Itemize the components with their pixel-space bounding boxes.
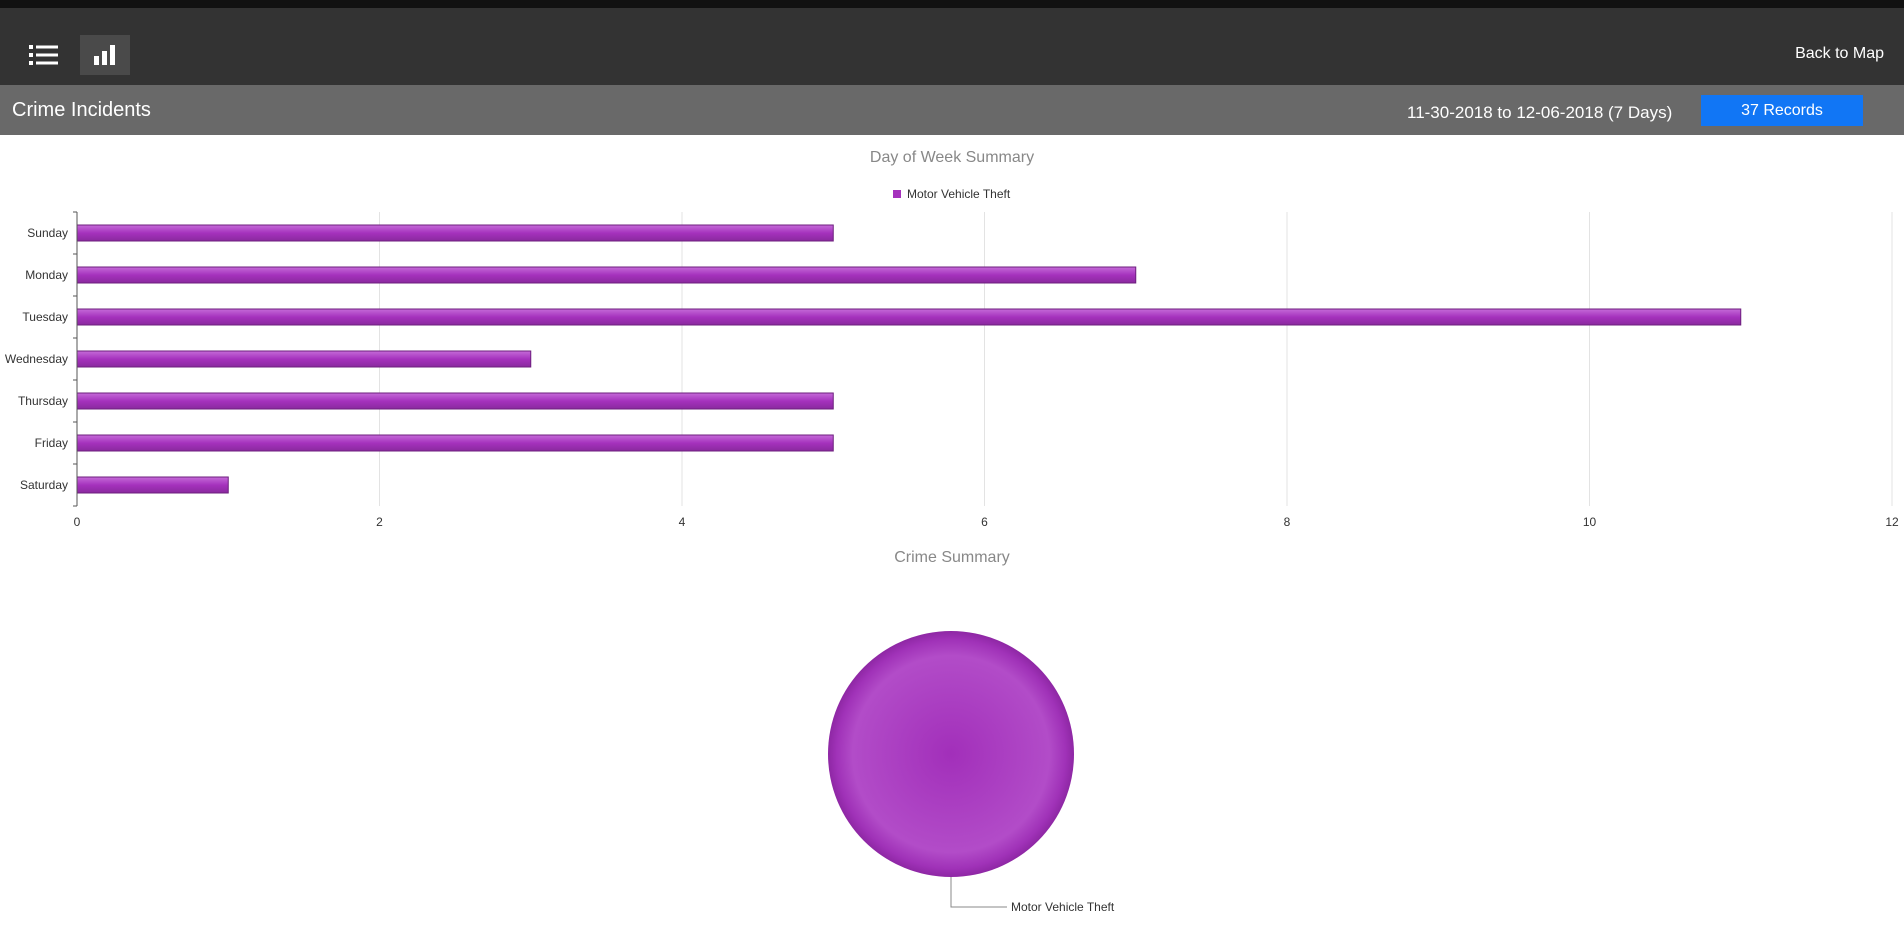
chart-view-button[interactable] (80, 35, 130, 75)
pie-slice-label: Motor Vehicle Theft (1011, 900, 1115, 914)
pie-slice[interactable] (828, 631, 1074, 877)
y-tick-label: Tuesday (22, 310, 68, 324)
bar-chart-title: Day of Week Summary (869, 149, 1035, 166)
records-count-button[interactable]: 37 Records (1701, 95, 1863, 126)
top-navbar: Back to Map (0, 8, 1904, 85)
x-tick-label: 0 (74, 515, 81, 529)
pie-chart-title: Crime Summary (894, 549, 1010, 566)
y-tick-label: Sunday (27, 226, 68, 240)
bar-monday[interactable] (76, 266, 1137, 284)
x-tick-label: 12 (1885, 515, 1899, 529)
y-tick-label: Wednesday (5, 352, 68, 366)
bar-sunday[interactable] (76, 224, 834, 242)
y-tick-label: Friday (35, 436, 68, 450)
pie-leader-line (950, 877, 1007, 908)
list-view-button[interactable] (19, 35, 69, 75)
x-tick-label: 8 (1284, 515, 1291, 529)
y-tick-label: Thursday (18, 394, 68, 408)
legend-label[interactable]: Motor Vehicle Theft (907, 187, 1011, 201)
bar-thursday[interactable] (76, 392, 834, 410)
bar-chart-icon (94, 45, 115, 65)
y-tick-label: Saturday (20, 478, 68, 492)
bar-friday[interactable] (76, 434, 834, 452)
x-tick-label: 2 (376, 515, 383, 529)
x-tick-label: 10 (1583, 515, 1597, 529)
list-icon (29, 45, 58, 65)
legend-swatch (893, 190, 901, 198)
x-tick-label: 6 (981, 515, 988, 529)
x-tick-label: 4 (679, 515, 686, 529)
crime-summary-chart: Motor Vehicle Theft (828, 631, 1115, 914)
window-top-strip (0, 0, 1904, 8)
day-of-week-chart: Motor Vehicle Theft Sunday Monday Tuesday W… (5, 187, 1899, 529)
back-to-map-link[interactable]: Back to Map (1795, 45, 1884, 63)
bar-tuesday[interactable] (76, 308, 1742, 326)
date-range: 11-30-2018 to 12-06-2018 (7 Days) (1407, 103, 1673, 122)
y-tick-label: Monday (25, 268, 68, 282)
bar-wednesday[interactable] (76, 350, 532, 368)
sub-header: Crime Incidents 11-30-2018 to 12-06-2018… (0, 85, 1904, 135)
bar-saturday[interactable] (76, 476, 229, 494)
page-title: Crime Incidents (12, 99, 151, 121)
